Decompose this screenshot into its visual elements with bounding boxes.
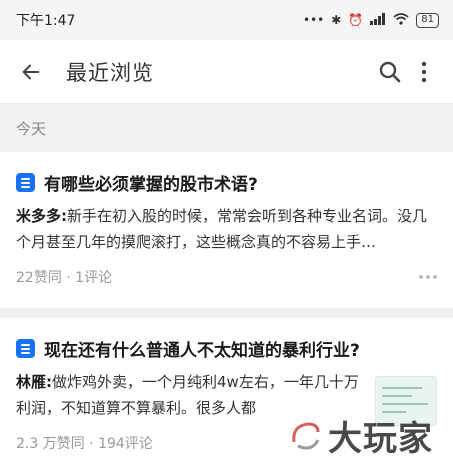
status-time: 下午1:47 — [16, 13, 76, 29]
status-icons: ••• ✱ ⏰ 81 — [303, 12, 439, 28]
list-item[interactable]: 现在还有什么普通人不太知道的暴利行业? 林雁:做炸鸡外卖，一个月纯利4w左右，一… — [0, 318, 453, 458]
answer-author: 米多多: — [16, 207, 67, 225]
more-options-button[interactable] — [407, 55, 441, 89]
more-horizontal-icon[interactable] — [419, 275, 437, 279]
answer-author: 林雁: — [16, 373, 52, 391]
list-divider — [0, 308, 453, 318]
item-stats: 22赞同 · 1评论 — [16, 270, 113, 286]
battery-icon: 81 — [416, 12, 439, 28]
article-icon — [16, 173, 35, 192]
app-bar: 最近浏览 — [0, 40, 453, 104]
question-title-text: 现在还有什么普通人不太知道的暴利行业? — [44, 341, 360, 361]
question-title[interactable]: 有哪些必须掌握的股市术语? — [16, 170, 437, 195]
status-bar: 下午1:47 ••• ✱ ⏰ 81 — [0, 0, 453, 40]
alarm-icon: ⏰ — [348, 13, 364, 27]
search-button[interactable] — [373, 55, 407, 89]
question-title[interactable]: 现在还有什么普通人不太知道的暴利行业? — [16, 336, 437, 361]
answer-excerpt[interactable]: 米多多:新手在初入股的时候，常常会听到各种专业名词。没几个月甚至几年的摸爬滚打，… — [16, 203, 437, 255]
question-title-text: 有哪些必须掌握的股市术语? — [44, 175, 258, 195]
list-item[interactable]: 有哪些必须掌握的股市术语? 米多多:新手在初入股的时候，常常会听到各种专业名词。… — [0, 152, 453, 308]
search-icon — [379, 61, 401, 82]
cellular-signal-icon — [370, 12, 386, 28]
watermark-logo: 大玩家 — [288, 411, 433, 458]
item-meta: 22赞同 · 1评论 — [16, 267, 437, 287]
article-icon — [16, 339, 35, 358]
section-header-today: 今天 — [0, 104, 453, 152]
bluetooth-icon: ✱ — [331, 13, 342, 27]
watermark-swirl-icon — [292, 421, 320, 449]
page-title: 最近浏览 — [66, 60, 154, 85]
arrow-left-icon — [22, 64, 40, 79]
back-button[interactable] — [14, 55, 48, 89]
more-vertical-icon — [421, 61, 427, 82]
signal-dots-icon: ••• — [303, 13, 325, 27]
item-stats: 2.3 万赞同 · 194评论 — [16, 436, 153, 452]
answer-excerpt-text: 新手在初入股的时候，常常会听到各种专业名词。没几个月甚至几年的摸爬滚打，这些概念… — [16, 207, 428, 251]
watermark-text: 大玩家 — [328, 419, 433, 458]
wifi-icon — [393, 12, 409, 28]
